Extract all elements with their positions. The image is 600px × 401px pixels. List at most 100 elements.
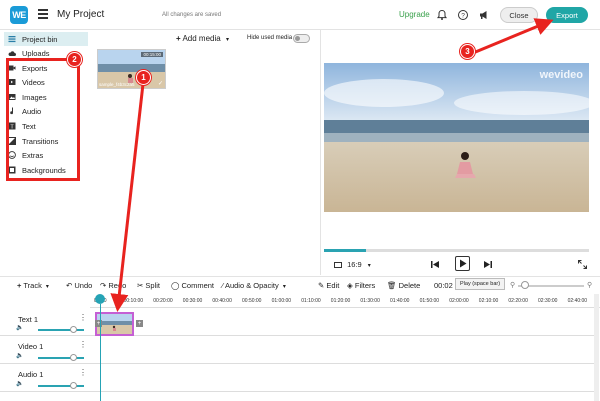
add-media-button[interactable]: + Add media ▾	[176, 34, 229, 43]
announcement-icon[interactable]	[478, 9, 490, 21]
zoom-in-icon[interactable]: ⚲	[587, 281, 592, 289]
volume-icon: 🔈	[16, 381, 24, 387]
expand-icon	[578, 260, 587, 269]
check-icon: ✓	[157, 81, 163, 87]
sidebar-item-project-bin[interactable]: Project bin	[4, 32, 88, 46]
track-label: Video 1	[18, 342, 44, 351]
beach-preview-image	[324, 63, 589, 212]
add-track-label: Track	[23, 281, 42, 290]
caret-down-icon: ▾	[45, 284, 49, 290]
track-row-audio: Audio 1 ⋮	[0, 364, 595, 392]
watermark-logo: wevideo	[539, 69, 583, 81]
more-options-icon[interactable]: ⋮	[79, 313, 87, 322]
track-label: Text 1	[18, 315, 39, 324]
volume-track	[38, 385, 84, 387]
playhead-line	[100, 304, 101, 401]
ruler-tick-label: 02:30:00	[538, 298, 558, 304]
timeline-scrollbar[interactable]	[594, 294, 599, 401]
play-button[interactable]	[455, 256, 470, 271]
split-button[interactable]: ✂ Split	[137, 281, 160, 290]
ruler-tick-label: 01:10:00	[301, 298, 321, 304]
track-label: Audio 1	[18, 370, 44, 379]
redo-label: Redo	[108, 281, 127, 290]
playhead-handle[interactable]	[95, 294, 105, 304]
project-title[interactable]: My Project	[57, 9, 104, 20]
filter-icon: ◈	[347, 281, 353, 290]
add-track-button[interactable]: + Track ▾	[17, 281, 49, 290]
fullscreen-button[interactable]	[578, 260, 587, 269]
undo-label: Undo	[74, 281, 93, 290]
audio-opacity-button[interactable]: ⁄ Audio & Opacity ▾	[222, 281, 286, 290]
video-preview[interactable]: wevideo	[324, 63, 589, 212]
ruler-tick-label: 01:30:00	[360, 298, 380, 304]
add-media-label: Add media	[182, 34, 221, 43]
skip-forward-button[interactable]	[481, 258, 495, 271]
split-label: Split	[145, 281, 160, 290]
plus-icon: +	[17, 281, 22, 290]
volume-icon: 🔈	[16, 353, 24, 359]
redo-button[interactable]: ↷ Redo	[100, 281, 126, 290]
sidebar-item-label: Project bin	[22, 34, 58, 44]
audio-opacity-label: Audio & Opacity	[224, 281, 279, 290]
aspect-ratio-selector[interactable]: 16:9 ▾	[334, 260, 371, 269]
slash-icon: ⁄	[222, 281, 224, 290]
ruler-tick-label: 00:50:00	[242, 298, 262, 304]
ruler-tick-label: 02:40:00	[567, 298, 588, 304]
hide-used-media-toggle[interactable]	[293, 34, 310, 43]
skip-back-icon	[431, 261, 439, 268]
volume-handle[interactable]	[69, 354, 77, 361]
caret-down-icon: ▾	[367, 263, 371, 269]
volume-slider[interactable]: 🔈	[16, 353, 86, 362]
upgrade-link[interactable]: Upgrade	[399, 10, 430, 19]
volume-handle[interactable]	[69, 382, 77, 389]
comment-icon: ◯	[171, 281, 180, 290]
ruler-tick-label: 02:20:00	[508, 298, 528, 304]
zoom-slider-handle[interactable]	[521, 281, 529, 289]
highlight-box-sidebar	[6, 58, 80, 181]
svg-text:?: ?	[461, 12, 465, 19]
clip-duration: 00:15:00	[141, 52, 163, 57]
play-icon	[459, 259, 466, 268]
edit-button[interactable]: ✎ Edit	[318, 281, 339, 290]
clip-trim-handle-right[interactable]: +	[136, 320, 143, 327]
annotation-badge-2: 2	[67, 52, 82, 67]
zoom-out-icon[interactable]: ⚲	[510, 281, 515, 289]
export-button[interactable]: Export	[546, 7, 588, 23]
save-status: All changes are saved	[162, 12, 222, 18]
help-icon[interactable]: ?	[457, 9, 469, 21]
track-row-text: Text 1 ⋮	[0, 308, 595, 336]
panel-divider	[320, 30, 321, 275]
volume-slider[interactable]: 🔈	[16, 325, 86, 334]
volume-handle[interactable]	[69, 326, 77, 333]
more-options-icon[interactable]: ⋮	[79, 340, 87, 349]
sidebar-item-label: Uploads	[22, 48, 50, 58]
wevideo-logo[interactable]: WE	[10, 6, 28, 24]
close-button[interactable]: Close	[500, 7, 538, 23]
media-clip-thumbnail[interactable]: 00:15:00 sample_f4b3c2a5 ✓	[97, 49, 166, 89]
ruler-tick-label: 01:40:00	[390, 298, 410, 304]
delete-label: Delete	[398, 281, 421, 290]
ruler-tick-label: 02:00:00	[449, 298, 469, 304]
scissors-icon: ✂	[137, 281, 144, 290]
play-tooltip: Play (space bar)	[455, 278, 506, 290]
clip-thumbnail-image	[97, 314, 132, 334]
ruler-tick-label: 00:10:00	[123, 298, 144, 304]
more-options-icon[interactable]: ⋮	[79, 368, 87, 377]
undo-button[interactable]: ↶ Undo	[66, 281, 92, 290]
delete-button[interactable]: 🗑 Delete	[387, 281, 420, 290]
hamburger-menu-icon[interactable]	[38, 9, 48, 19]
ruler-tick-label: 00:30:00	[182, 298, 203, 304]
comment-button[interactable]: ◯ Comment	[171, 281, 214, 290]
bell-icon[interactable]	[436, 9, 448, 21]
volume-track	[38, 357, 84, 359]
redo-icon: ↷	[100, 281, 107, 290]
annotation-badge-1: 1	[136, 70, 151, 85]
skip-back-button[interactable]	[428, 258, 442, 271]
playback-progress-bar[interactable]	[324, 249, 589, 252]
volume-track	[38, 329, 84, 331]
trash-icon: 🗑	[387, 281, 397, 290]
ruler-tick-label: 02:10:00	[478, 298, 499, 304]
filters-button[interactable]: ◈ Filters	[347, 281, 375, 290]
volume-slider[interactable]: 🔈	[16, 381, 86, 390]
aspect-ratio-value: 16:9	[347, 260, 362, 269]
